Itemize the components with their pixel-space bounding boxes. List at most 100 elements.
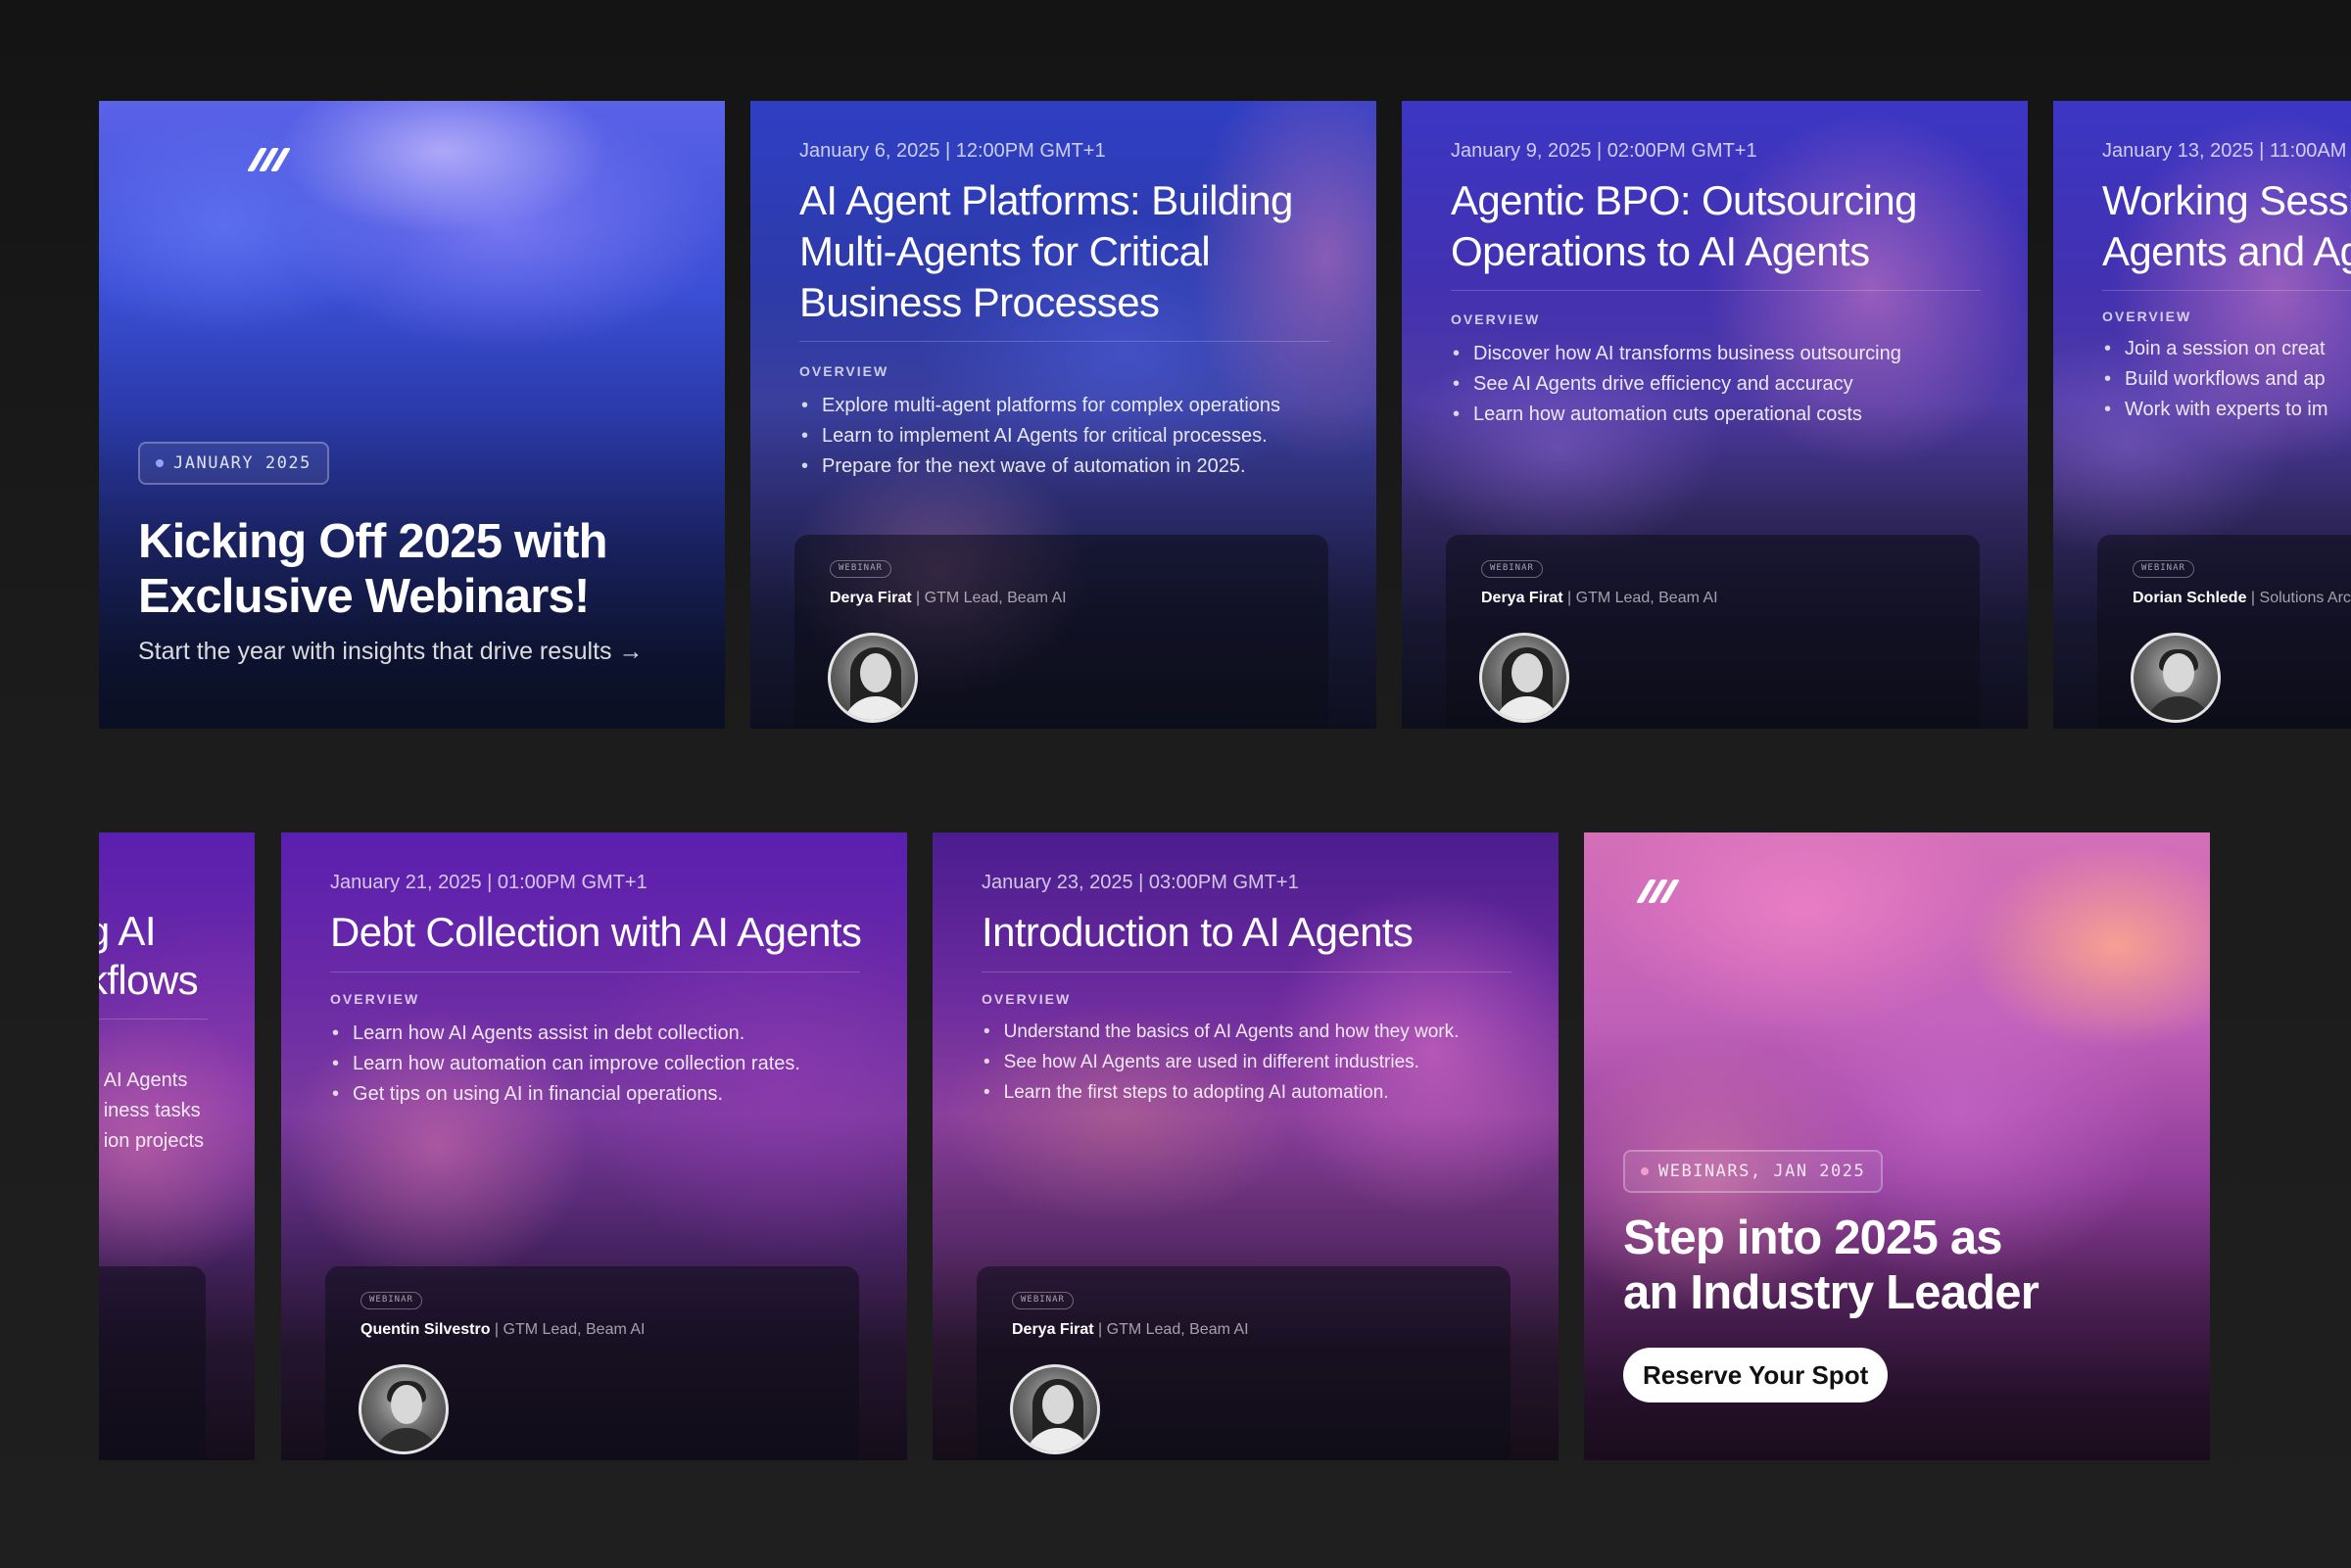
speaker-panel: WEBINAR Derya Firat | GTM Lead, Beam AI [794,535,1328,729]
overview-label: OVERVIEW [1451,311,1541,327]
webinar-title: Debt Collection with AI Agents [330,907,879,958]
speaker-panel: WEBINAR Dorian Schlede | Solutions Arch [2097,535,2351,729]
webinar-title-line: Multi-Agents for Critical [799,228,1211,274]
webinar-title: g AI kflows [99,907,199,1005]
list-item: AI Agents [99,1066,204,1096]
list-item: Learn the first steps to adopting AI aut… [984,1077,1459,1108]
divider [799,341,1329,342]
speaker-role: | Solutions Arch [2246,590,2351,606]
list-item: Learn how AI Agents assist in debt colle… [332,1019,800,1049]
speaker-line: Derya Firat | GTM Lead, Beam AI [830,590,1067,607]
webinar-card-platforms[interactable]: January 6, 2025 | 12:00PM GMT+1 AI Agent… [750,101,1376,729]
speaker-line: Quentin Silvestro | GTM Lead, Beam AI [360,1321,645,1339]
hero-subtitle-link[interactable]: Start the year with insights that drive … [138,638,644,666]
webinar-title: Working Sessio Agents and Ag [2102,175,2351,277]
list-item: See AI Agents drive efficiency and accur… [1453,369,1901,400]
list-item: See how AI Agents are used in different … [984,1047,1459,1077]
list-item: Join a session on creat [2104,334,2327,364]
hero-title: Kicking Off 2025 with Exclusive Webinars… [138,514,608,624]
overview-label: OVERVIEW [982,991,1072,1007]
speaker-role: | GTM Lead, Beam AI [1562,590,1718,606]
webinar-card-working-session[interactable]: January 13, 2025 | 11:00AM Working Sessi… [2053,101,2351,729]
speaker-panel: WEBINAR Quentin Silvestro | GTM Lead, Be… [325,1266,859,1460]
brand-logo-icon [1636,879,1680,903]
webinar-tag: WEBINAR [830,560,891,578]
webinar-title-line: kflows [99,957,199,1003]
webinar-date: January 23, 2025 | 03:00PM GMT+1 [982,872,1299,893]
speaker-panel [99,1266,206,1460]
webinar-tag: WEBINAR [1012,1292,1074,1309]
speaker-role: | GTM Lead, Beam AI [1093,1321,1249,1338]
speaker-line: Dorian Schlede | Solutions Arch [2133,590,2351,607]
speaker-avatar [1479,633,1569,723]
webinar-card-agentic-bpo[interactable]: January 9, 2025 | 02:00PM GMT+1 Agentic … [1402,101,2028,729]
webinar-title-line: Agents and Ag [2102,228,2351,274]
list-item: Understand the basics of AI Agents and h… [984,1017,1460,1047]
webinar-title-line: Operations to AI Agents [1451,228,1870,274]
speaker-avatar [828,633,918,723]
overview-list: Discover how AI transforms business outs… [1453,339,1901,430]
overview-label: OVERVIEW [2102,309,2192,324]
list-item: ion projects [99,1126,204,1157]
badge-dot-icon [1641,1167,1649,1175]
list-item: Get tips on using AI in financial operat… [332,1079,800,1110]
speaker-role: | GTM Lead, Beam AI [490,1321,646,1338]
speaker-line: Derya Firat | GTM Lead, Beam AI [1481,590,1718,607]
divider [330,972,860,973]
list-item: Explore multi-agent platforms for comple… [801,391,1280,421]
brand-logo-icon [247,148,291,171]
webinar-title-line: Working Sessio [2102,177,2351,223]
overview-label: OVERVIEW [330,991,420,1007]
divider [1451,290,1981,291]
list-item: Prepare for the next wave of automation … [801,451,1280,482]
reserve-spot-button[interactable]: Reserve Your Spot [1623,1348,1889,1402]
speaker-name: Derya Firat [1481,590,1563,606]
speaker-avatar [1010,1364,1100,1454]
overview-list: AI Agents iness tasks ion projects [99,1066,204,1157]
badge-label: WEBINARS, JAN 2025 [1658,1162,1866,1181]
hero-title-line-2: an Industry Leader [1623,1266,2039,1319]
webinar-date: January 13, 2025 | 11:00AM [2102,140,2347,162]
date-badge: WEBINARS, JAN 2025 [1623,1150,1884,1193]
speaker-role: | GTM Lead, Beam AI [911,590,1067,606]
date-badge: JANUARY 2025 [138,442,329,485]
speaker-name: Dorian Schlede [2133,590,2247,606]
hero-card-industry-leader[interactable]: WEBINARS, JAN 2025 Step into 2025 as an … [1584,832,2210,1460]
webinar-title: AI Agent Platforms: Building Multi-Agent… [799,175,1348,328]
webinar-card-debt-collection[interactable]: January 21, 2025 | 01:00PM GMT+1 Debt Co… [281,832,907,1460]
list-item: Learn to implement AI Agents for critica… [801,421,1280,451]
webinar-card-intro-ai-agents[interactable]: January 23, 2025 | 03:00PM GMT+1 Introdu… [933,832,1559,1460]
divider [99,1019,208,1020]
webinar-title-line: g AI [99,908,157,954]
webinar-tag: WEBINAR [360,1292,422,1309]
list-item: Learn how automation can improve collect… [332,1049,800,1079]
webinar-title-line: Introduction to AI Agents [982,909,1414,955]
speaker-line: Derya Firat | GTM Lead, Beam AI [1012,1321,1249,1339]
webinar-title: Introduction to AI Agents [982,907,1530,958]
speaker-name: Derya Firat [1012,1321,1094,1338]
overview-label: OVERVIEW [799,363,889,379]
webinar-date: January 6, 2025 | 12:00PM GMT+1 [799,140,1106,162]
speaker-panel: WEBINAR Derya Firat | GTM Lead, Beam AI [977,1266,1511,1460]
webinar-date: January 21, 2025 | 01:00PM GMT+1 [330,872,648,893]
hero-title-line-2: Exclusive Webinars! [138,570,590,623]
overview-list: Explore multi-agent platforms for comple… [801,391,1280,482]
webinar-tag: WEBINAR [2133,560,2194,578]
speaker-name: Derya Firat [830,590,912,606]
badge-dot-icon [156,459,164,467]
overview-list: Learn how AI Agents assist in debt colle… [332,1019,800,1110]
divider [2102,290,2351,291]
hero-card-kickoff[interactable]: JANUARY 2025 Kicking Off 2025 with Exclu… [99,101,725,729]
webinar-title-line: Business Processes [799,279,1160,325]
list-item: Discover how AI transforms business outs… [1453,339,1901,369]
webinar-title-line: AI Agent Platforms: Building [799,177,1293,223]
webinar-tag: WEBINAR [1481,560,1543,578]
webinar-title-line: Debt Collection with AI Agents [330,909,862,955]
overview-list: Understand the basics of AI Agents and h… [984,1017,1460,1108]
speaker-avatar [2131,633,2221,723]
badge-label: JANUARY 2025 [173,453,312,473]
speaker-name: Quentin Silvestro [360,1321,491,1338]
list-item: Learn how automation cuts operational co… [1453,400,1901,430]
list-item: Build workflows and ap [2104,364,2327,395]
webinar-card-partial[interactable]: g AI kflows AI Agents iness tasks ion pr… [99,832,255,1460]
